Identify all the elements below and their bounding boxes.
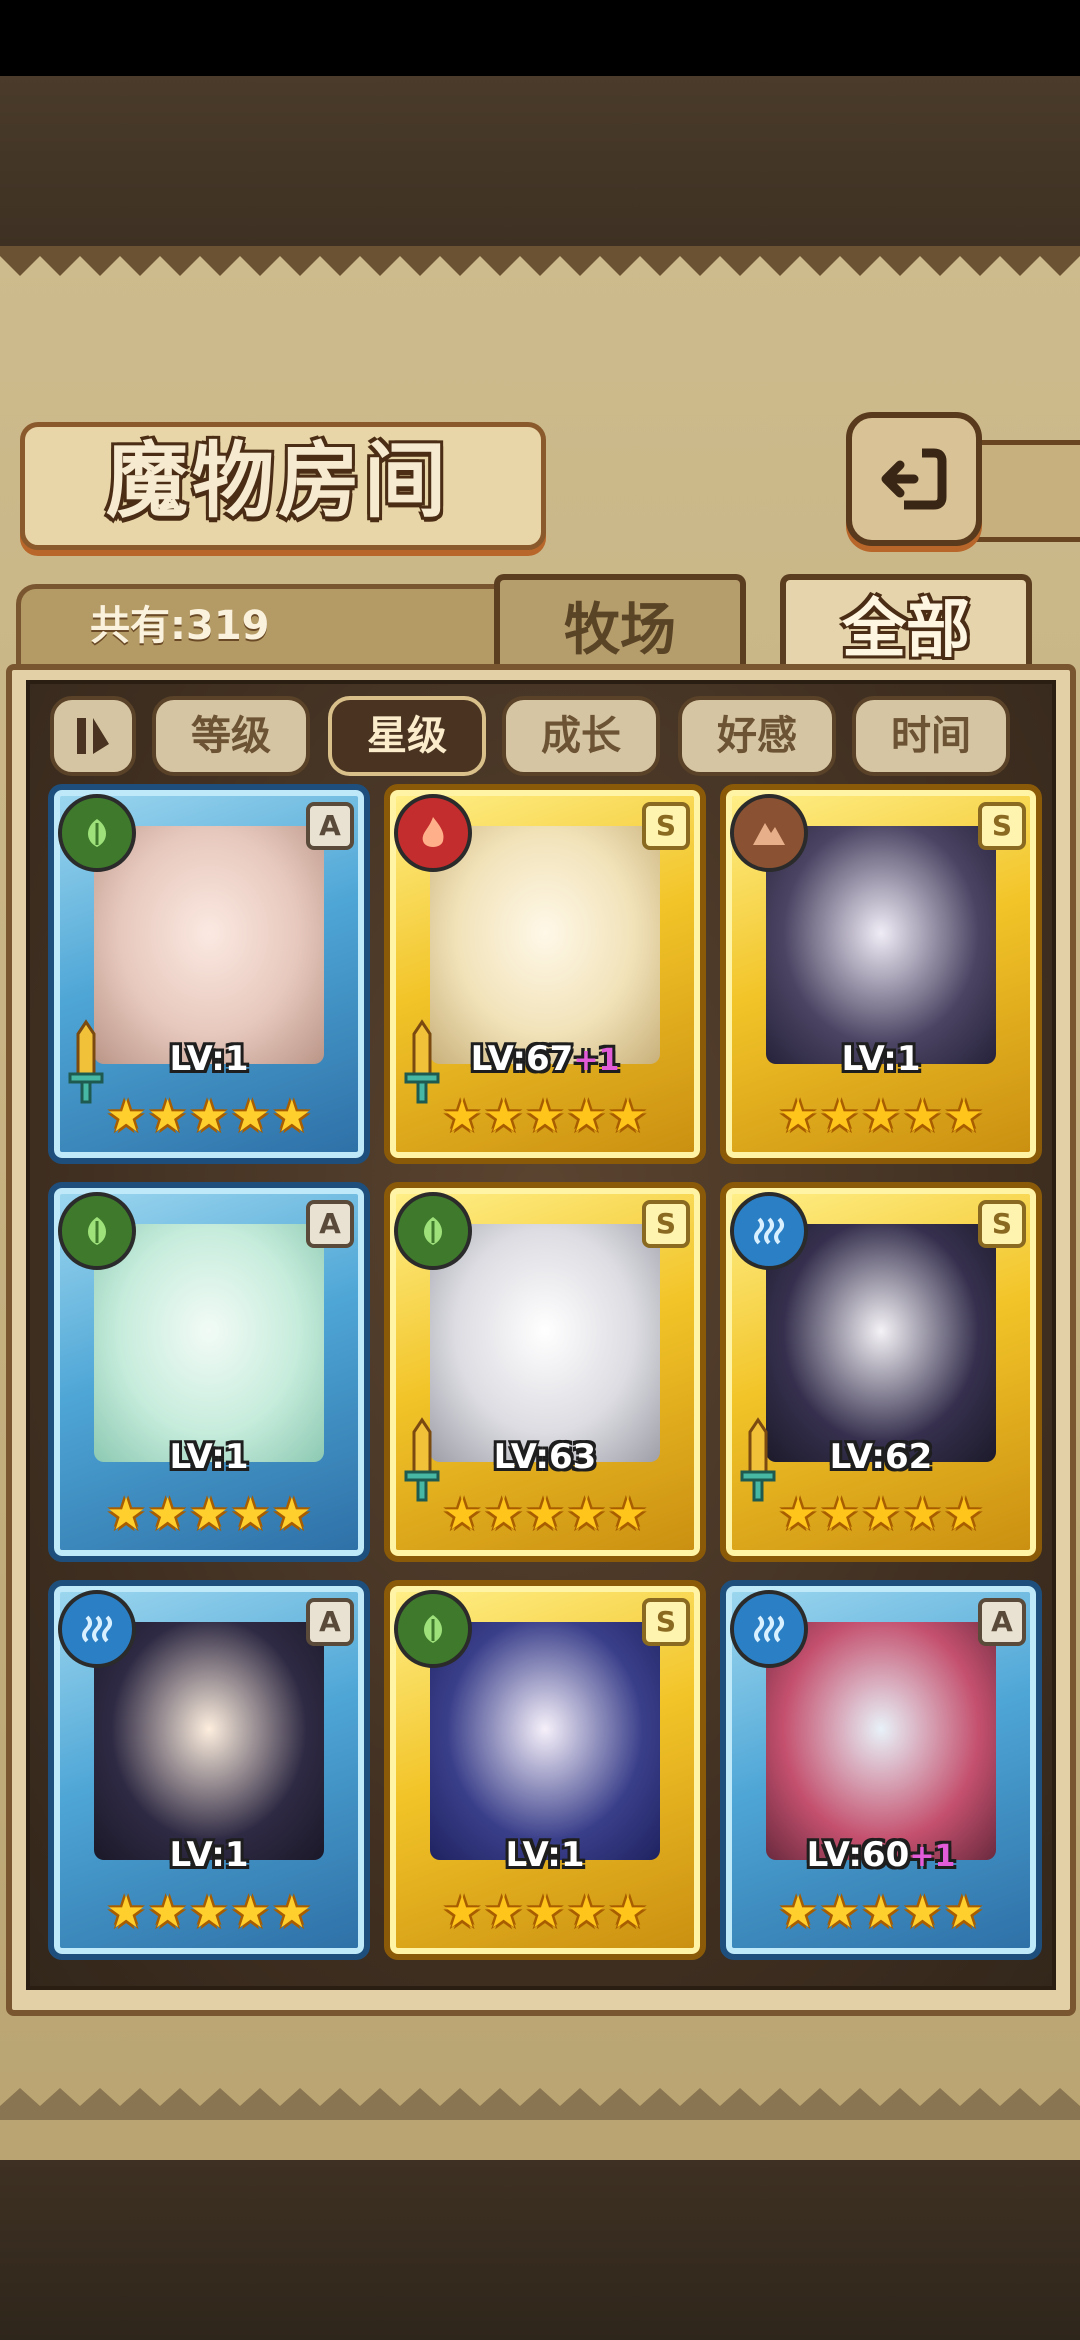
monster-card[interactable]: S LV:1 ★ ★ ★ ★ ★ [720, 784, 1042, 1164]
return-arrow-icon [881, 448, 947, 510]
star-rating: ★ ★ ★ ★ ★ [106, 1091, 312, 1142]
rank-badge: S [642, 802, 690, 850]
monster-card[interactable]: A LV:1 ★ ★ ★ ★ ★ [48, 784, 370, 1164]
monster-portrait [94, 1224, 324, 1462]
monster-card[interactable]: S LV:63 ★ ★ ★ ★ ★ [384, 1182, 706, 1562]
rank-badge: S [642, 1598, 690, 1646]
map-background-bottom [0, 2160, 1080, 2340]
sort-time-button[interactable]: 时间 [852, 696, 1010, 776]
star-rating: ★ ★ ★ ★ ★ [778, 1489, 984, 1540]
monster-card[interactable]: S LV:62 ★ ★ ★ ★ ★ [720, 1182, 1042, 1562]
level-label: LV:1 [505, 1835, 585, 1875]
sort-order-toggle[interactable] [50, 696, 136, 776]
monster-portrait [430, 1224, 660, 1462]
sort-stars-button[interactable]: 星级 [328, 696, 486, 776]
leaf-icon [394, 1590, 472, 1668]
monster-card[interactable]: A LV:60+1 ★ ★ ★ ★ ★ [720, 1580, 1042, 1960]
rank-badge: A [978, 1598, 1026, 1646]
sort-level-button[interactable]: 等级 [152, 696, 310, 776]
star-rating: ★ ★ ★ ★ ★ [106, 1887, 312, 1938]
monster-portrait [766, 826, 996, 1064]
page-title: 魔物房间 [105, 433, 450, 529]
rank-badge: A [306, 802, 354, 850]
star-rating: ★ ★ ★ ★ ★ [442, 1091, 648, 1142]
zigzag-edge-top [0, 246, 1080, 276]
earth-icon [730, 794, 808, 872]
monster-portrait [766, 1224, 996, 1462]
star-rating: ★ ★ ★ ★ ★ [106, 1489, 312, 1540]
star-rating: ★ ★ ★ ★ ★ [442, 1489, 648, 1540]
level-label: LV:60+1 [806, 1835, 956, 1875]
water-icon [730, 1192, 808, 1270]
star-rating: ★ ★ ★ ★ ★ [778, 1091, 984, 1142]
monster-card[interactable]: A LV:1 ★ ★ ★ ★ ★ [48, 1182, 370, 1562]
water-icon [730, 1590, 808, 1668]
monster-portrait [766, 1622, 996, 1860]
rank-badge: A [306, 1200, 354, 1248]
monster-portrait [430, 1622, 660, 1860]
rank-badge: A [306, 1598, 354, 1646]
leaf-icon [58, 1192, 136, 1270]
back-button[interactable] [846, 412, 982, 546]
level-label: LV:62 [829, 1437, 933, 1477]
water-icon [58, 1590, 136, 1668]
level-label: LV:63 [493, 1437, 597, 1477]
sort-toggle-icon [77, 718, 109, 754]
fire-icon [394, 794, 472, 872]
rank-badge: S [978, 802, 1026, 850]
monster-portrait [94, 1622, 324, 1860]
map-background-top [0, 76, 1080, 246]
leaf-icon [394, 1192, 472, 1270]
level-label: LV:67+1 [470, 1039, 620, 1079]
rank-badge: S [642, 1200, 690, 1248]
level-label: LV:1 [169, 1835, 249, 1875]
sort-growth-button[interactable]: 成长 [502, 696, 660, 776]
monster-card[interactable]: A LV:1 ★ ★ ★ ★ ★ [48, 1580, 370, 1960]
monster-count: 共有:319 [90, 603, 270, 649]
level-label: LV:1 [169, 1039, 249, 1079]
monster-card[interactable]: S LV:1 ★ ★ ★ ★ ★ [384, 1580, 706, 1960]
zigzag-edge-bottom [0, 2088, 1080, 2120]
level-label: LV:1 [841, 1039, 921, 1079]
monster-card[interactable]: S LV:67+1 ★ ★ ★ ★ ★ [384, 784, 706, 1164]
level-label: LV:1 [169, 1437, 249, 1477]
rank-badge: S [978, 1200, 1026, 1248]
star-rating: ★ ★ ★ ★ ★ [778, 1887, 984, 1938]
monster-portrait [94, 826, 324, 1064]
monster-portrait [430, 826, 660, 1064]
status-bar [0, 0, 1080, 76]
leaf-icon [58, 794, 136, 872]
sort-affection-button[interactable]: 好感 [678, 696, 836, 776]
star-rating: ★ ★ ★ ★ ★ [442, 1887, 648, 1938]
